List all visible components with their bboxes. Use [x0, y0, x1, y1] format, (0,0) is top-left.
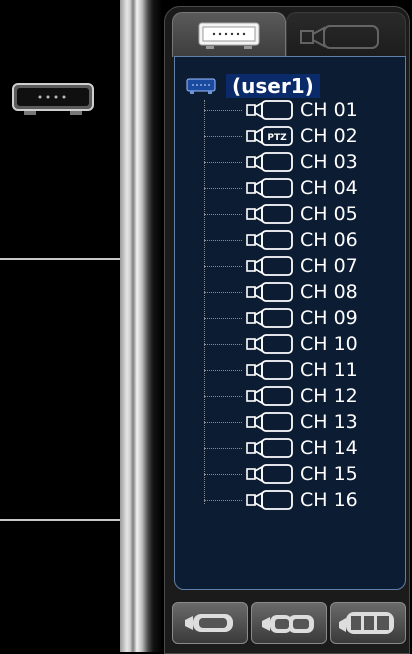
cell-divider: [0, 519, 120, 521]
tree-channel-item[interactable]: CH 08: [204, 280, 358, 304]
single-camera-button[interactable]: [172, 602, 248, 644]
camera-icon: [246, 230, 293, 250]
tree-connector: [204, 421, 242, 423]
tree-connector: [204, 369, 242, 371]
camera-icon: [246, 178, 293, 198]
tree-channel-label: CH 07: [300, 255, 358, 277]
tree-connector: [204, 239, 242, 241]
camera-icon: [246, 386, 293, 406]
tree-root-user1[interactable]: (user1): [186, 74, 320, 98]
tree-channel-item[interactable]: CH 06: [204, 228, 358, 252]
camera-icon: [246, 464, 293, 484]
ptz-camera-icon: PTZ: [246, 126, 293, 146]
tree-channel-item[interactable]: CH 05: [204, 202, 358, 226]
tree-channel-label: CH 06: [300, 229, 358, 251]
tree-channel-item[interactable]: CH 01: [204, 98, 358, 122]
tree-channel-item[interactable]: CH 03: [204, 150, 358, 174]
dvr-icon: [12, 83, 94, 115]
tree-channel-label: CH 05: [300, 203, 358, 225]
tree-channel-item[interactable]: CH 16: [204, 488, 358, 512]
double-camera-button[interactable]: [251, 602, 327, 644]
tree-connector: [204, 343, 242, 345]
tree-connector: [204, 265, 242, 267]
camera-icon: [246, 490, 293, 510]
video-cell-2[interactable]: [0, 261, 120, 519]
cell-divider: [0, 258, 120, 260]
camera-icon: [246, 360, 293, 380]
tree-channel-label: CH 12: [300, 385, 358, 407]
tree-channel-label: CH 13: [300, 411, 358, 433]
tree-channel-label: CH 01: [300, 99, 358, 121]
tree-connector: [204, 317, 242, 319]
tree-channel-label: CH 02: [300, 125, 358, 147]
tree-channel-item[interactable]: CH 07: [204, 254, 358, 278]
tree-channel-item[interactable]: CH 13: [204, 410, 358, 434]
camera-group-icon: [185, 614, 233, 632]
tree-channel-item[interactable]: CH 14: [204, 436, 358, 460]
tree-channel-label: CH 09: [300, 307, 358, 329]
tree-channel-item[interactable]: PTZ CH 02: [204, 124, 358, 148]
camera-icon: [246, 282, 293, 302]
tree-channel-label: CH 16: [300, 489, 358, 511]
dvr-icon: [198, 22, 260, 49]
tree-connector: [204, 213, 242, 215]
camera-icon: [246, 204, 293, 224]
tree-connector: [204, 395, 242, 397]
tree-channel-item[interactable]: CH 15: [204, 462, 358, 486]
dvr-icon: [186, 78, 216, 94]
tree-connector: [204, 447, 242, 449]
tree-connector: [204, 135, 242, 137]
tree-channel-item[interactable]: CH 09: [204, 306, 358, 330]
tree-connector: [204, 161, 242, 163]
video-area: [0, 0, 120, 652]
panel-separator[interactable]: [120, 0, 162, 652]
ptz-label: PTZ: [267, 133, 287, 143]
tree-channel-item[interactable]: CH 11: [204, 358, 358, 382]
tree-channel-label: CH 11: [300, 359, 358, 381]
tree-channel-label: CH 08: [300, 281, 358, 303]
video-cell-1[interactable]: [0, 0, 120, 258]
tree-channel-label: CH 15: [300, 463, 358, 485]
tree-channel-label: CH 04: [300, 177, 358, 199]
tree-connector: [204, 473, 242, 475]
tree-channel-label: CH 10: [300, 333, 358, 355]
multi-camera-button[interactable]: [330, 602, 406, 644]
tree-channel-item[interactable]: CH 10: [204, 332, 358, 356]
tree-channel-label: CH 03: [300, 151, 358, 173]
tree-channel-item[interactable]: CH 04: [204, 176, 358, 200]
camera-icon: [246, 152, 293, 172]
tree-root-label: (user1): [226, 74, 320, 98]
tree-channel-item[interactable]: CH 12: [204, 384, 358, 408]
camera-icon: [246, 438, 293, 458]
camera-icon: [246, 100, 293, 120]
camera-icon: [246, 412, 293, 432]
tree-connector: [204, 187, 242, 189]
tree-channel-label: CH 14: [300, 437, 358, 459]
tree-connector: [204, 291, 242, 293]
camera-group-icon: [262, 615, 314, 633]
camera-icon: [300, 25, 379, 49]
camera-icon: [246, 256, 293, 276]
video-cell-3[interactable]: [0, 522, 120, 652]
camera-icon: [246, 334, 293, 354]
camera-icon: [246, 308, 293, 328]
tree-connector: [204, 499, 242, 501]
tree-connector: [204, 109, 242, 111]
camera-group-icon: [339, 612, 394, 634]
